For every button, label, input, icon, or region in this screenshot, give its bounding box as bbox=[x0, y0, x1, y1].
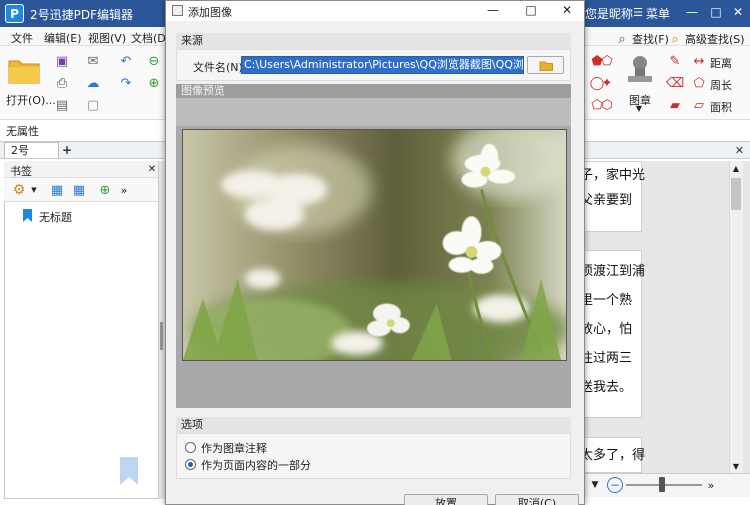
close-tab-icon[interactable]: ✕ bbox=[733, 143, 746, 157]
bookmark-watermark-icon bbox=[120, 457, 138, 485]
window-maximize-button[interactable]: □ bbox=[706, 5, 726, 19]
stamp-annotation-radio[interactable] bbox=[185, 442, 196, 453]
image-preview-band bbox=[176, 98, 571, 126]
document-text-line: 太多了，得 bbox=[580, 448, 646, 463]
eraser-icon[interactable]: ⌫ bbox=[666, 74, 684, 92]
dialog-window-icon bbox=[172, 5, 183, 16]
window-minimize-button[interactable]: — bbox=[682, 5, 702, 19]
document-text-line: 往过两三 bbox=[580, 351, 633, 366]
browse-button[interactable] bbox=[527, 56, 564, 74]
document-text-line: 里一个熟 bbox=[580, 293, 633, 308]
page-content-label[interactable]: 作为页面内容的一部分 bbox=[201, 457, 311, 473]
bookmark-panel-title: 书签 bbox=[10, 165, 32, 178]
user-nickname[interactable]: 您是昵称 bbox=[585, 5, 633, 22]
perimeter-tool-icon[interactable]: ⬠ bbox=[690, 74, 708, 92]
place-button[interactable]: 放置 bbox=[404, 494, 488, 505]
source-group-header: 来源 bbox=[176, 33, 571, 49]
preview-group-header: 图像预览 bbox=[176, 84, 571, 98]
add-bookmark-icon[interactable]: ⊕ bbox=[96, 181, 114, 199]
email-icon[interactable]: ✉ bbox=[84, 52, 102, 70]
open-folder-icon[interactable] bbox=[7, 55, 43, 85]
properties-label: 无属性 bbox=[6, 125, 39, 138]
save-icon[interactable]: ▣ bbox=[53, 52, 71, 70]
bookmark-icon bbox=[23, 209, 32, 222]
folder-icon bbox=[539, 61, 553, 71]
redo-icon[interactable]: ↷ bbox=[117, 74, 135, 92]
stamp-dropdown-icon[interactable]: ▼ bbox=[633, 104, 645, 113]
dialog-title: 添加图像 bbox=[188, 6, 232, 19]
bookmark-settings-gear-icon[interactable]: ⚙ bbox=[10, 181, 28, 199]
page-icon[interactable]: ▤ bbox=[53, 96, 71, 114]
page-content-radio[interactable] bbox=[185, 459, 196, 470]
upload-cloud-icon[interactable]: ☁ bbox=[84, 74, 102, 92]
zoom-out-icon[interactable]: − bbox=[607, 477, 623, 493]
app-logo-icon: P bbox=[5, 4, 24, 23]
add-tab-icon[interactable]: + bbox=[61, 143, 73, 157]
document-text-line: 子，家中光 bbox=[580, 168, 646, 183]
distance-tool-icon[interactable]: ↔ bbox=[690, 52, 708, 70]
advanced-find-icon[interactable]: ⌕ bbox=[666, 30, 684, 48]
area-tool-icon[interactable]: ▱ bbox=[690, 96, 708, 114]
document-text-line: 送我去。 bbox=[580, 380, 633, 395]
menu-view[interactable]: 视图(V) bbox=[88, 30, 126, 46]
bookmark-settings-dropdown-icon[interactable]: ▼ bbox=[30, 185, 38, 195]
menu-edit[interactable]: 编辑(E) bbox=[44, 30, 82, 46]
advanced-find-button[interactable]: 高级查找(S) bbox=[685, 31, 745, 47]
splitter-grip[interactable] bbox=[160, 322, 163, 350]
forward-arrow-icon[interactable]: ⊕ bbox=[145, 74, 163, 92]
undo-icon[interactable]: ↶ bbox=[117, 52, 135, 70]
window-close-button[interactable]: ✕ bbox=[728, 5, 748, 19]
polyline-tool-icon[interactable]: ✦ bbox=[598, 74, 616, 92]
zoom-more-icon[interactable]: » bbox=[705, 478, 717, 492]
scroll-down-icon[interactable]: ▼ bbox=[730, 460, 742, 472]
stamp-icon[interactable] bbox=[623, 52, 657, 86]
open-button[interactable]: 打开(O)... bbox=[6, 92, 56, 108]
bookmark-item-label: 无标题 bbox=[39, 211, 72, 224]
filename-input[interactable]: C:\Users\Administrator\Pictures\QQ浏览器截图\… bbox=[241, 56, 524, 74]
bookmark-expand-icon[interactable]: ▦ bbox=[48, 181, 66, 199]
document-text-line: 放心，怕 bbox=[580, 322, 633, 337]
more-tools-chevron-icon[interactable]: » bbox=[118, 183, 130, 197]
scrollbar-thumb[interactable] bbox=[731, 178, 741, 210]
cancel-button[interactable]: 取消(C) bbox=[495, 494, 579, 505]
stamp-annotation-label[interactable]: 作为图章注释 bbox=[201, 440, 267, 456]
tab-document-2[interactable]: 2号 bbox=[4, 142, 59, 158]
bookmark-panel-close-icon[interactable]: ✕ bbox=[146, 162, 158, 176]
area-tool-button[interactable]: 面积 bbox=[710, 99, 732, 115]
highlight-icon[interactable]: ▰ bbox=[666, 96, 684, 114]
menu-file[interactable]: 文件 bbox=[11, 30, 33, 46]
document-text-line: 须渡江到浦 bbox=[580, 264, 646, 279]
list-item[interactable]: 无标题 bbox=[20, 207, 160, 225]
new-document-icon[interactable]: ▢ bbox=[84, 96, 102, 114]
scroll-up-icon[interactable]: ▲ bbox=[730, 162, 742, 174]
polygon-tool-icon[interactable]: ⬠ bbox=[598, 52, 616, 70]
bookmark-collapse-icon[interactable]: ▦ bbox=[70, 181, 88, 199]
dialog-close-button[interactable]: ✕ bbox=[555, 2, 579, 18]
zoom-slider-handle[interactable] bbox=[659, 477, 665, 492]
options-group-header: 选项 bbox=[176, 417, 571, 433]
document-text-line: 父亲要到 bbox=[580, 193, 633, 208]
dialog-minimize-button[interactable]: — bbox=[481, 2, 505, 18]
hexagon-tool-icon[interactable]: ⬡ bbox=[598, 96, 616, 114]
find-button[interactable]: 查找(F) bbox=[632, 31, 669, 47]
main-menu-button[interactable]: 菜单 bbox=[646, 5, 670, 22]
app-title: 2号迅捷PDF编辑器 bbox=[30, 8, 134, 22]
menu-hamburger-icon[interactable]: ☰ bbox=[632, 6, 644, 19]
perimeter-tool-button[interactable]: 周长 bbox=[710, 77, 732, 93]
distance-tool-button[interactable]: 距离 bbox=[710, 55, 732, 71]
print-icon[interactable]: ⎙ bbox=[53, 74, 71, 92]
back-arrow-icon[interactable]: ⊖ bbox=[145, 52, 163, 70]
status-dropdown-icon[interactable]: ▼ bbox=[589, 478, 601, 492]
pencil-icon[interactable]: ✎ bbox=[666, 52, 684, 70]
tab-label: 2号 bbox=[11, 144, 29, 157]
find-icon[interactable]: ⌕ bbox=[613, 30, 631, 48]
filename-label: 文件名(N): bbox=[193, 61, 247, 74]
preview-photo bbox=[182, 129, 567, 361]
dialog-maximize-button[interactable]: □ bbox=[519, 2, 543, 18]
